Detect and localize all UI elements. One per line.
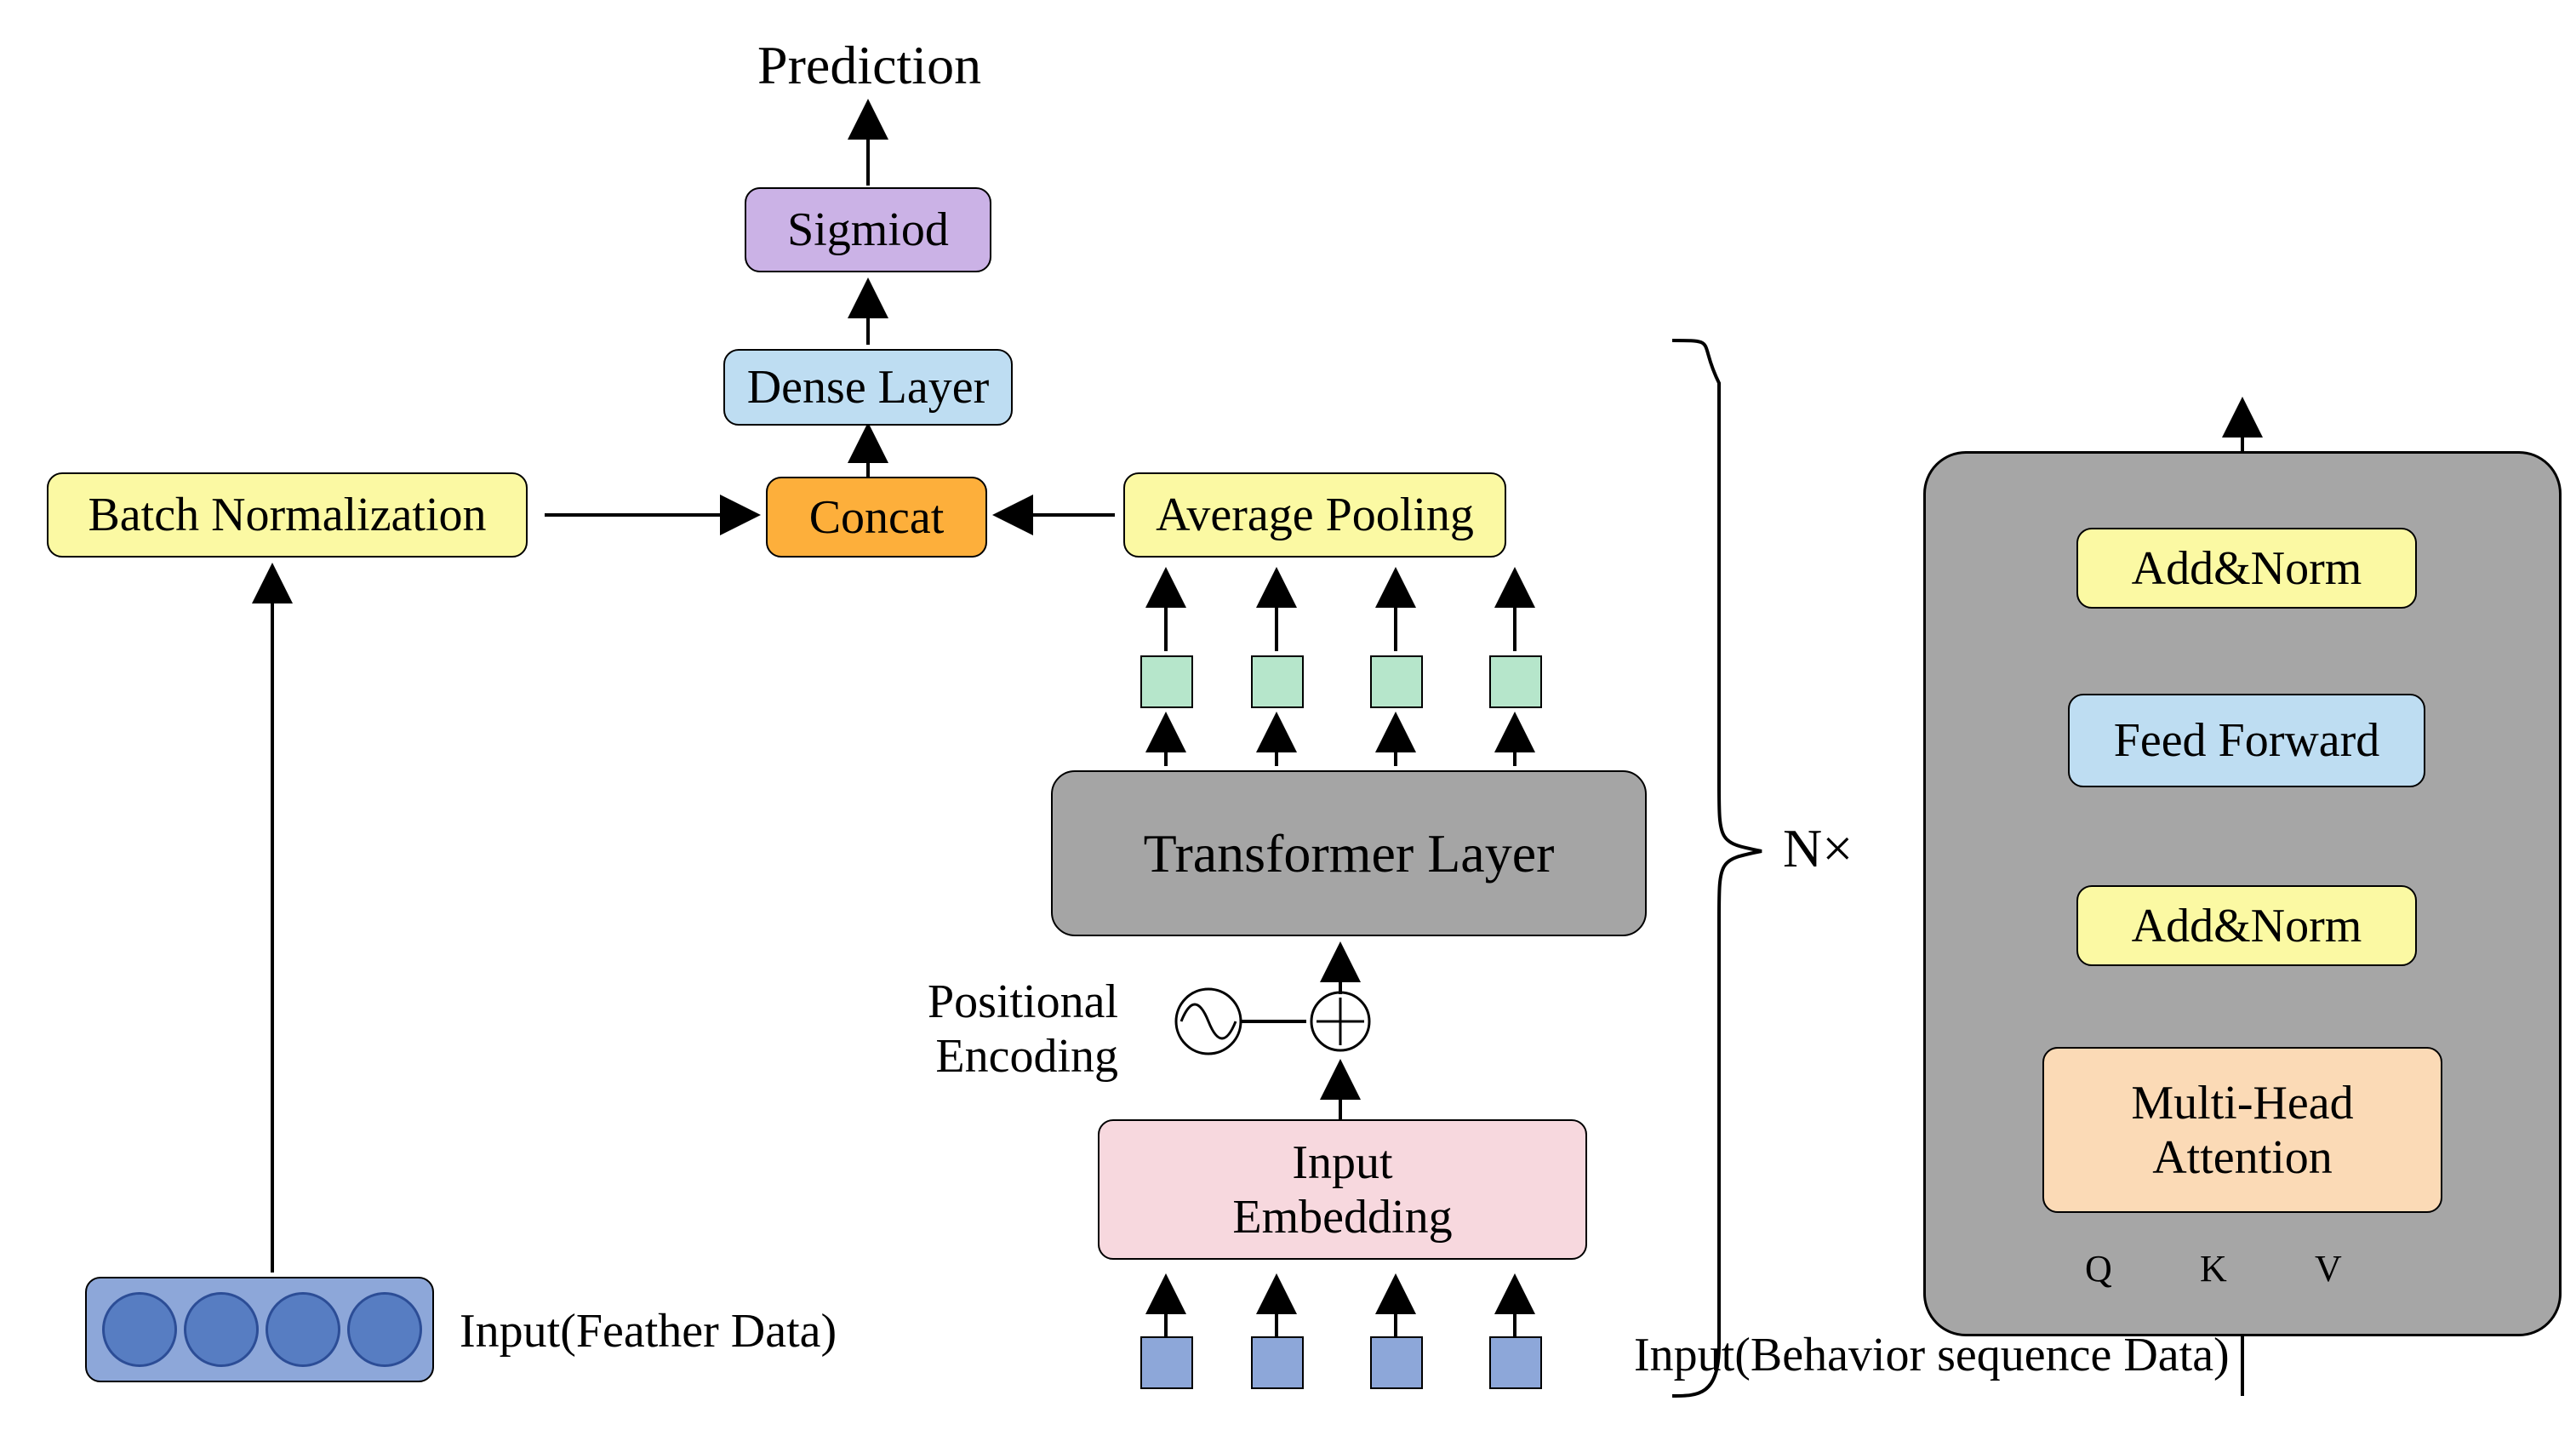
- prediction-label: Prediction: [757, 34, 981, 97]
- addnorm-upper-text: Add&Norm: [2132, 541, 2362, 596]
- dense-box: Dense Layer: [723, 349, 1013, 426]
- input-feather-label: Input(Feather Data): [460, 1304, 837, 1358]
- behavior-in-3: [1370, 1336, 1423, 1389]
- behavior-in-1: [1140, 1336, 1193, 1389]
- green-out-1: [1140, 655, 1193, 708]
- feather-circle-1: [102, 1292, 177, 1367]
- behavior-in-4: [1489, 1336, 1542, 1389]
- q-label: Q: [2085, 1247, 2112, 1290]
- transformer-box: Transformer Layer: [1051, 770, 1647, 936]
- feather-circle-4: [347, 1292, 422, 1367]
- batchnorm-box: Batch Normalization: [47, 472, 528, 558]
- multihead-text: Multi-Head Attention: [2131, 1076, 2353, 1185]
- inputembed-text: Input Embedding: [1232, 1135, 1452, 1244]
- k-label: K: [2200, 1247, 2227, 1290]
- green-out-2: [1251, 655, 1304, 708]
- addnorm-lower-box: Add&Norm: [2076, 885, 2417, 966]
- diagram-stage: Prediction Sigmiod Dense Layer Concat Ba…: [0, 0, 2576, 1447]
- inputembed-box: Input Embedding: [1098, 1119, 1587, 1260]
- concat-box: Concat: [766, 477, 987, 558]
- avgpool-box: Average Pooling: [1123, 472, 1506, 558]
- addnorm-upper-box: Add&Norm: [2076, 528, 2417, 609]
- n-times-label: N×: [1783, 817, 1853, 880]
- dense-text: Dense Layer: [747, 360, 990, 415]
- batchnorm-text: Batch Normalization: [88, 488, 486, 542]
- sigmoid-box: Sigmiod: [745, 187, 991, 272]
- sigmoid-text: Sigmiod: [787, 203, 949, 257]
- concat-text: Concat: [809, 490, 945, 545]
- feather-circle-2: [184, 1292, 259, 1367]
- feedforward-text: Feed Forward: [2114, 713, 2380, 768]
- transformer-text: Transformer Layer: [1144, 822, 1555, 885]
- v-label: V: [2315, 1247, 2342, 1290]
- green-out-3: [1370, 655, 1423, 708]
- behavior-in-2: [1251, 1336, 1304, 1389]
- green-out-4: [1489, 655, 1542, 708]
- multihead-box: Multi-Head Attention: [2042, 1047, 2442, 1213]
- addnorm-lower-text: Add&Norm: [2132, 899, 2362, 953]
- feedforward-box: Feed Forward: [2068, 694, 2425, 787]
- avgpool-text: Average Pooling: [1156, 488, 1474, 542]
- feather-circle-3: [266, 1292, 340, 1367]
- positional-label: Positional Encoding: [928, 975, 1118, 1084]
